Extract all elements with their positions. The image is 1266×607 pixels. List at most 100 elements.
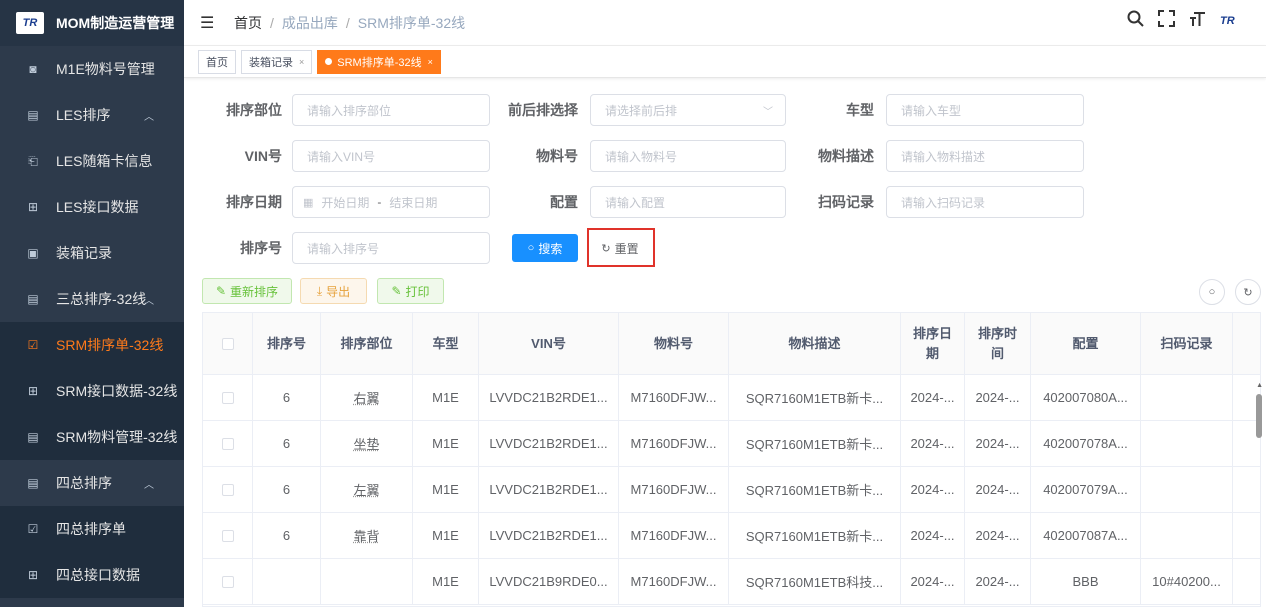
row-checkbox[interactable] xyxy=(203,467,253,512)
sidebar-item-12[interactable]: ⊞ 四总接口数据 xyxy=(0,552,184,598)
tags-view: 首页 装箱记录 × SRM排序单-32线 × xyxy=(184,46,1266,78)
material-no-input[interactable]: 请输入物料号 xyxy=(590,140,786,172)
resort-button[interactable]: ✎ 重新排序 xyxy=(202,278,292,304)
sidebar-item-3[interactable]: ⎗ LES随箱卡信息 xyxy=(0,138,184,184)
sidebar-item-10[interactable]: ▤ 四总排序 ︿ xyxy=(0,460,184,506)
menu-icon: ⎗ xyxy=(28,153,38,168)
sidebar-item-label: SRM接口数据-32线 xyxy=(56,383,178,399)
table-row[interactable]: 6 右翼 M1E LVVDC21B2RDE1... M7160DFJW... SQR716… xyxy=(203,375,1260,421)
table-cell: M7160DFJW... xyxy=(619,421,729,466)
menu-icon: ▣ xyxy=(27,246,39,260)
reset-button[interactable]: ↻ 重置 xyxy=(590,234,650,262)
breadcrumb-sep: / xyxy=(270,14,274,31)
table-cell: 402007080A... xyxy=(1031,375,1141,420)
table-cell: SQR7160M1ETB新卡... xyxy=(729,421,901,466)
column-header[interactable]: 排序日期 xyxy=(901,313,965,374)
row-checkbox[interactable] xyxy=(203,559,253,604)
config-input[interactable]: 请输入配置 xyxy=(590,186,786,218)
sort-dept-input[interactable]: 请输入排序部位 xyxy=(292,94,490,126)
sidebar-item-4[interactable]: ⊞ LES接口数据 xyxy=(0,184,184,230)
download-icon: ⤓ xyxy=(316,283,323,298)
row-checkbox[interactable] xyxy=(203,513,253,558)
sidebar-item-5[interactable]: ▣ 装箱记录 xyxy=(0,230,184,276)
tag-label: 首页 xyxy=(206,56,228,69)
sidebar-item-label: 四总排序单 xyxy=(56,521,126,537)
refresh-icon: ↻ xyxy=(601,242,611,255)
table-row[interactable]: 6 靠背 M1E LVVDC21B2RDE1... M7160DFJW... SQR716… xyxy=(203,513,1260,559)
sidebar-item-1[interactable]: ◙ M1E物料号管理 xyxy=(0,46,184,92)
search-icon: ○ xyxy=(527,242,535,254)
column-header[interactable]: 排序部位 xyxy=(321,313,413,374)
table-cell: 2024-... xyxy=(901,467,965,512)
sidebar-item-label: LES接口数据 xyxy=(56,199,139,215)
export-button[interactable]: ⤓ 导出 xyxy=(300,278,367,304)
scroll-up-icon[interactable]: ▲ xyxy=(1256,382,1263,389)
column-header[interactable]: 物料号 xyxy=(619,313,729,374)
tag-home[interactable]: 首页 xyxy=(198,49,236,74)
sidebar-item-6[interactable]: ▤ 三总排序-32线 ︿ xyxy=(0,276,184,322)
tag-srm-current[interactable]: SRM排序单-32线 × xyxy=(317,49,441,74)
table-row[interactable]: 6 坐垫 M1E LVVDC21B2RDE1... M7160DFJW... SQR716… xyxy=(203,421,1260,467)
print-button[interactable]: ✎ 打印 xyxy=(377,278,444,304)
placeholder: 请输入物料号 xyxy=(605,149,678,164)
breadcrumb-home[interactable]: 首页 xyxy=(234,13,262,33)
scan-input[interactable]: 请输入扫码记录 xyxy=(886,186,1084,218)
sidebar-item-label: LES随箱卡信息 xyxy=(56,153,153,169)
breadcrumb-item[interactable]: 成品出库 xyxy=(282,13,338,33)
table-cell: 2024-... xyxy=(901,513,965,558)
search-icon: ○ xyxy=(1208,286,1216,298)
font-size-icon[interactable] xyxy=(1189,10,1206,32)
table-row[interactable]: 6 左翼 M1E LVVDC21B2RDE1... M7160DFJW... SQR716… xyxy=(203,467,1260,513)
select-all-checkbox[interactable] xyxy=(203,313,253,374)
column-header[interactable]: 车型 xyxy=(413,313,479,374)
edit-icon: ✎ xyxy=(391,284,402,298)
label-config: 配置 xyxy=(550,194,578,210)
column-header[interactable]: 物料描述 xyxy=(729,313,901,374)
column-header[interactable]: 排序号 xyxy=(253,313,321,374)
search-icon[interactable] xyxy=(1127,10,1144,32)
table-cell: M1E xyxy=(413,375,479,420)
search-button[interactable]: ○ 搜索 xyxy=(512,234,578,262)
table-cell: 2024-... xyxy=(965,513,1031,558)
refresh-button[interactable]: ↻ xyxy=(1235,279,1261,305)
checkbox-icon xyxy=(221,575,234,588)
row-checkbox[interactable] xyxy=(203,421,253,466)
column-header[interactable]: 配置 xyxy=(1031,313,1141,374)
sort-no-input[interactable]: 请输入排序号 xyxy=(292,232,490,264)
sidebar-item-11[interactable]: ☑ 四总排序单 xyxy=(0,506,184,552)
label-material-desc: 物料描述 xyxy=(818,148,874,164)
label-sort-dept: 排序部位 xyxy=(226,102,282,118)
sidebar-item-7[interactable]: ☑ SRM排序单-32线 xyxy=(0,322,184,368)
close-icon[interactable]: × xyxy=(299,57,304,67)
sidebar-logo[interactable]: TR MOM制造运营管理 xyxy=(0,0,184,46)
top-header: ☰ 首页 / 成品出库 / SRM排序单-32线 TR xyxy=(184,0,1266,46)
vin-input[interactable]: 请输入VIN号 xyxy=(292,140,490,172)
sidebar-item-label: 四总排序 xyxy=(56,475,112,491)
close-icon[interactable]: × xyxy=(428,57,433,67)
material-desc-input[interactable]: 请输入物料描述 xyxy=(886,140,1084,172)
row-checkbox[interactable] xyxy=(203,375,253,420)
date-range-picker[interactable]: ▦ 开始日期 - 结束日期 xyxy=(292,186,490,218)
print-label: 打印 xyxy=(405,284,430,299)
tag-packing[interactable]: 装箱记录 × xyxy=(241,49,313,74)
table-cell: M7160DFJW... xyxy=(619,375,729,420)
front-back-select[interactable]: 请选择前后排 ﹀ xyxy=(590,94,786,126)
column-header[interactable]: 排序时间 xyxy=(965,313,1031,374)
sidebar-item-2[interactable]: ▤ LES排序 ︿ xyxy=(0,92,184,138)
sidebar-item-9[interactable]: ▤ SRM物料管理-32线 xyxy=(0,414,184,460)
table-cell: LVVDC21B2RDE1... xyxy=(479,513,619,558)
column-header[interactable]: 扫码记录 xyxy=(1141,313,1233,374)
table-cell: SQR7160M1ETB新卡... xyxy=(729,375,901,420)
row-spacer xyxy=(1233,513,1260,558)
fullscreen-icon[interactable] xyxy=(1158,10,1175,32)
avatar[interactable]: TR xyxy=(1220,11,1256,31)
search-toggle-button[interactable]: ○ xyxy=(1199,279,1225,305)
scrollbar[interactable] xyxy=(1256,394,1262,438)
car-type-input[interactable]: 请输入车型 xyxy=(886,94,1084,126)
table-row[interactable]: M1E LVVDC21B9RDE0... M7160DFJW... SQR7160M1… xyxy=(203,559,1260,605)
sidebar-item-8[interactable]: ⊞ SRM接口数据-32线 xyxy=(0,368,184,414)
placeholder: 请输入VIN号 xyxy=(307,149,376,164)
menu-icon: ▤ xyxy=(27,108,39,122)
column-header[interactable]: VIN号 xyxy=(479,313,619,374)
hamburger-icon[interactable]: ☰ xyxy=(200,13,216,33)
